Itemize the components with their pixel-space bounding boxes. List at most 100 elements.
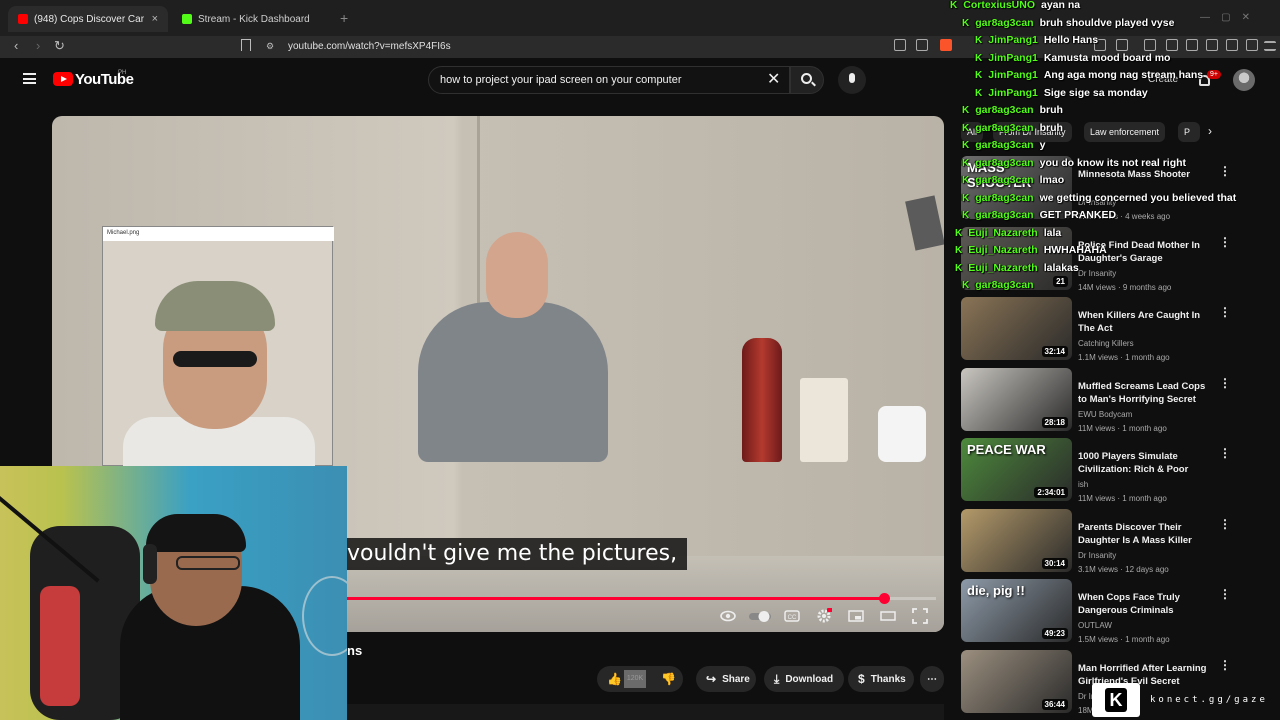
download-arrow-icon: ⤓	[774, 671, 780, 686]
search-icon[interactable]	[801, 73, 812, 84]
clear-search-icon[interactable]: ✕	[767, 69, 780, 89]
chat-username[interactable]: gar8ag3can	[975, 17, 1033, 29]
rec-thumbnail[interactable]: die, pig !! 49:23	[961, 579, 1072, 642]
tab-kick-dashboard[interactable]: Stream - Kick Dashboard	[172, 6, 332, 32]
video-scrubber-handle[interactable]	[878, 593, 890, 604]
subtitles-icon[interactable]: CC	[784, 608, 800, 624]
chat-username[interactable]: CortexiusUNO	[963, 0, 1035, 11]
new-tab-button[interactable]: +	[340, 10, 348, 26]
rec-more-options-icon[interactable]: ⋮	[1219, 164, 1231, 178]
chat-username[interactable]: Euji_Nazareth	[968, 244, 1037, 256]
chat-message: Kgar8ag3can	[962, 279, 1040, 291]
hamburger-menu-icon[interactable]	[23, 73, 36, 84]
rec-title[interactable]: 1000 Players Simulate Civilization: Rich…	[1078, 450, 1212, 476]
chat-username[interactable]: gar8ag3can	[975, 279, 1033, 291]
rec-thumbnail[interactable]: 28:18	[961, 367, 1072, 431]
forward-arrow-icon[interactable]: ›	[36, 38, 40, 53]
rec-channel-name[interactable]: OUTLAW	[1078, 621, 1112, 630]
rec-channel-name[interactable]: ish	[1078, 480, 1088, 489]
media-icon[interactable]	[1166, 39, 1178, 51]
window-controls[interactable]: — ▢ ✕	[1200, 12, 1250, 23]
autoplay-toggle[interactable]	[748, 608, 772, 624]
rec-title[interactable]: Muffled Screams Lead Cops to Man's Horri…	[1078, 380, 1212, 406]
download-icon[interactable]	[1144, 39, 1156, 51]
chip-law-enforcement[interactable]: Law enforcement	[1084, 122, 1166, 142]
rec-more-options-icon[interactable]: ⋮	[1219, 235, 1231, 249]
rec-thumbnail[interactable]: 36:44	[961, 649, 1072, 713]
rec-more-options-icon[interactable]: ⋮	[1219, 305, 1231, 319]
rec-title[interactable]: Parents Discover Their Daughter Is A Mas…	[1078, 521, 1212, 547]
chat-message-text: we getting concerned you believed that	[1039, 191, 1237, 204]
youtube-logo-icon[interactable]	[53, 72, 73, 86]
brave-shield-icon[interactable]	[940, 39, 952, 51]
chat-username[interactable]: gar8ag3can	[975, 157, 1033, 169]
microphone-icon[interactable]	[849, 73, 855, 83]
chat-username[interactable]: gar8ag3can	[975, 122, 1033, 134]
settings-gear-icon[interactable]	[816, 608, 833, 624]
rec-title[interactable]: When Cops Face Truly Dangerous Criminals	[1078, 591, 1212, 617]
like-count[interactable]: 120K	[624, 670, 646, 688]
cast-icon[interactable]	[894, 39, 906, 51]
browser-menu-icon[interactable]	[1264, 41, 1276, 51]
chat-username[interactable]: gar8ag3can	[975, 209, 1033, 221]
url-field[interactable]: youtube.com/watch?v=mefsXP4FI6s	[288, 41, 451, 52]
chat-message: Kgar8ag3can y	[962, 139, 1045, 151]
chat-username[interactable]: gar8ag3can	[975, 139, 1033, 151]
share-button[interactable]: ↪ Share	[696, 666, 756, 692]
kick-badge-icon: K	[950, 0, 958, 11]
rec-more-options-icon[interactable]: ⋮	[1219, 517, 1231, 531]
kick-badge-icon: K	[975, 35, 983, 46]
chips-next-arrow-icon[interactable]: ›	[1208, 124, 1212, 138]
rec-channel-name[interactable]: Catching Killers	[1078, 339, 1134, 348]
thanks-button[interactable]: $ Thanks	[848, 666, 914, 692]
bookmark-icon[interactable]	[241, 39, 251, 51]
share-page-icon[interactable]	[916, 39, 928, 51]
chip-more[interactable]: P	[1178, 122, 1200, 142]
ambient-mode-icon[interactable]	[720, 608, 736, 624]
chat-username[interactable]: gar8ag3can	[975, 174, 1033, 186]
chat-username[interactable]: gar8ag3can	[975, 104, 1033, 116]
leo-icon[interactable]	[1226, 39, 1238, 51]
rec-channel-name[interactable]: EWU Bodycam	[1078, 410, 1132, 419]
extension-icon[interactable]	[1116, 39, 1128, 51]
close-tab-icon[interactable]: ×	[152, 13, 158, 25]
chat-username[interactable]: gar8ag3can	[975, 192, 1033, 204]
back-arrow-icon[interactable]: ‹	[14, 38, 18, 53]
rec-thumbnail[interactable]: 32:14	[961, 297, 1072, 360]
rec-thumbnail[interactable]: PEACE WAR 2:34:01	[961, 438, 1072, 501]
wallet-icon[interactable]	[1206, 39, 1218, 51]
chat-username[interactable]: JimPang1	[988, 87, 1038, 99]
chat-username[interactable]: Euji_Nazareth	[968, 227, 1037, 239]
fullscreen-icon[interactable]	[912, 608, 928, 624]
video-progress-bar[interactable]	[347, 593, 936, 604]
rec-title[interactable]: Minnesota Mass Shooter	[1078, 168, 1212, 181]
rec-thumbnail[interactable]: 30:14	[961, 508, 1072, 572]
chat-message-text: Ang aga mong nag stream hans	[1043, 69, 1204, 81]
thumbs-down-icon[interactable]: 👎	[661, 672, 676, 686]
thumbs-up-icon[interactable]: 👍	[607, 672, 622, 686]
chat-username[interactable]: JimPang1	[988, 52, 1038, 64]
vpn-icon[interactable]	[1246, 39, 1258, 51]
rec-channel-name[interactable]: Dr Insanity	[1078, 269, 1116, 278]
more-actions-button[interactable]: ⋯	[920, 666, 944, 692]
rec-more-options-icon[interactable]: ⋮	[1219, 587, 1231, 601]
rec-more-options-icon[interactable]: ⋮	[1219, 376, 1231, 390]
chat-username[interactable]: Euji_Nazareth	[968, 262, 1037, 274]
site-settings-icon[interactable]: ⚙	[266, 41, 274, 52]
tab-youtube[interactable]: (948) Cops Discover Car Filled ×	[8, 6, 168, 32]
chat-username[interactable]: JimPang1	[988, 69, 1038, 81]
download-button[interactable]: ⤓ Download	[764, 666, 844, 692]
chat-username[interactable]: JimPang1	[988, 34, 1038, 46]
search-query-text[interactable]: how to project your ipad screen on your …	[440, 74, 682, 86]
rec-title[interactable]: When Killers Are Caught In The Act	[1078, 309, 1212, 335]
theater-mode-icon[interactable]	[880, 608, 896, 624]
chat-message-text: HWHAHAHA	[1043, 244, 1107, 256]
reload-icon[interactable]: ↻	[54, 38, 65, 54]
account-avatar[interactable]	[1233, 69, 1255, 91]
youtube-favicon-icon	[18, 14, 28, 24]
rec-channel-name[interactable]: Dr Insanity	[1078, 551, 1116, 560]
sidebar-icon[interactable]	[1186, 39, 1198, 51]
miniplayer-icon[interactable]	[848, 608, 864, 624]
rec-more-options-icon[interactable]: ⋮	[1219, 658, 1231, 672]
rec-more-options-icon[interactable]: ⋮	[1219, 446, 1231, 460]
